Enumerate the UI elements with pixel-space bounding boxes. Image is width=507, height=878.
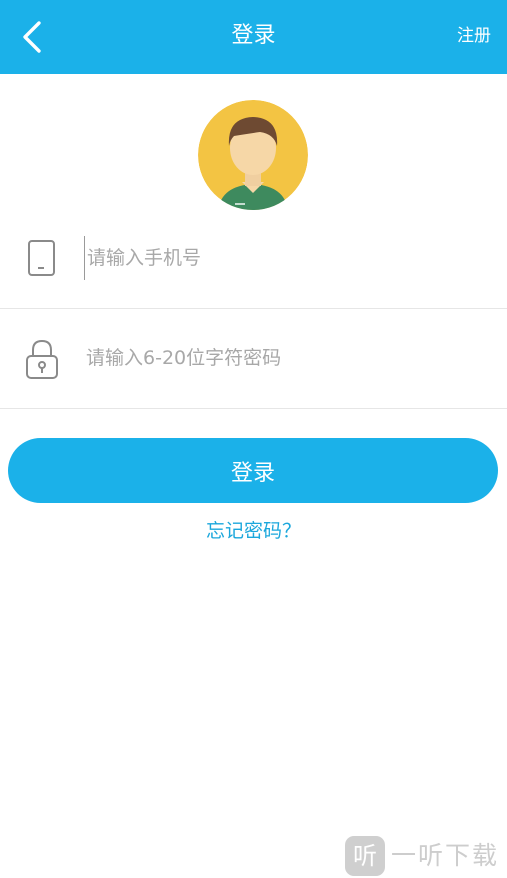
lock-icon (26, 339, 58, 379)
phone-icon (28, 240, 55, 276)
watermark-text: 一听下载 (391, 841, 500, 870)
password-row (0, 308, 507, 409)
watermark-logo: 听 (345, 836, 385, 876)
page-title: 登录 (231, 23, 276, 48)
forgot-password-link[interactable]: 忘记密码？ (0, 516, 507, 543)
watermark: 听 一听下载 (345, 834, 505, 878)
register-link[interactable]: 注册 (457, 0, 491, 74)
login-button[interactable]: 登录 (8, 438, 498, 503)
phone-input[interactable] (84, 236, 485, 280)
phone-row (0, 208, 507, 309)
password-input[interactable] (86, 336, 486, 380)
user-avatar-icon (198, 100, 308, 210)
top-bar: 登录 注册 (0, 0, 507, 74)
avatar (198, 100, 308, 210)
